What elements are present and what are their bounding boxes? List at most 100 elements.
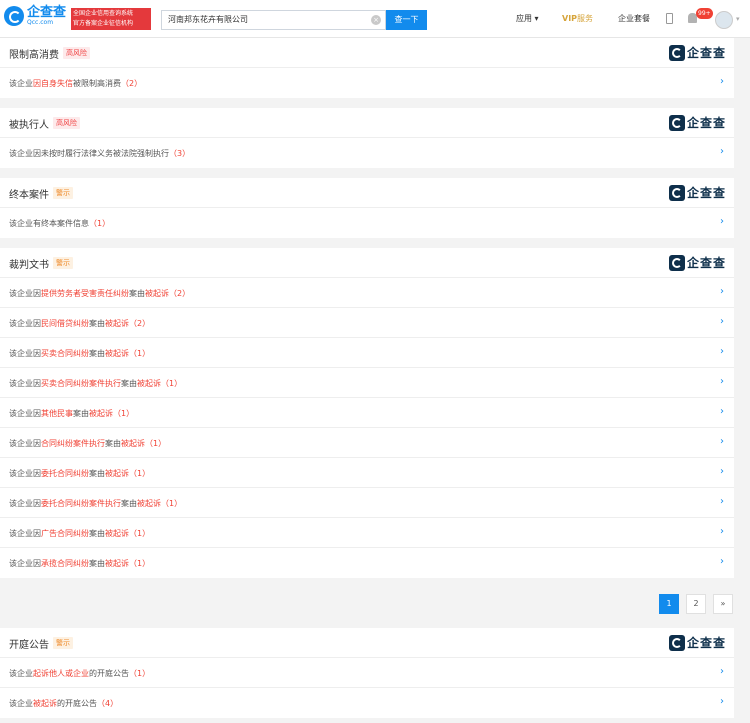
nav-vip[interactable]: VIP服务 [562,13,593,24]
chevron-right-icon[interactable]: › [720,436,724,447]
chevron-right-icon[interactable]: › [720,526,724,537]
row-pre: 该企业因 [9,499,41,508]
row-count: （1） [145,439,167,448]
warning-tag: 警示 [53,637,73,649]
warning-tag: 警示 [53,257,73,269]
row-highlight-2[interactable]: 被起诉 [137,379,161,388]
credit-badge-line2: 官方备案企业征信机构 [73,20,134,27]
row-pre: 该企业因 [9,559,41,568]
search-button[interactable]: 查一下 [386,10,427,30]
chevron-right-icon[interactable]: › [720,466,724,477]
search-input[interactable]: 河南邦东花卉有限公司 [161,10,386,30]
row-count: （2） [169,289,191,298]
row-highlight-2[interactable]: 被起诉 [105,349,129,358]
row-post: 案由 [129,289,145,298]
section-title: 限制高消费 [9,50,59,61]
chevron-right-icon[interactable]: › [720,76,724,87]
qcc-brand-icon [668,254,685,271]
row-highlight[interactable]: 合同纠纷案件执行 [41,439,105,448]
clear-icon[interactable]: × [371,15,381,25]
section-title: 开庭公告 [9,640,49,651]
row-text: 该企业因委托合同纠纷案件执行案由被起诉（1） [9,498,182,509]
row-highlight[interactable]: 其他民事 [41,409,73,418]
chevron-right-icon[interactable]: › [720,696,724,707]
list-item[interactable]: 该企业因委托合同纠纷案由被起诉（1） › [0,458,734,488]
row-highlight-2[interactable]: 被起诉 [137,499,161,508]
row-highlight[interactable]: 民间借贷纠纷 [41,319,89,328]
brand-text: 企查查 [686,256,726,270]
list-item[interactable]: 该企业因提供劳务者受害责任纠纷案由被起诉（2） › [0,278,734,308]
row-highlight-2[interactable]: 被起诉 [105,469,129,478]
row-post: 案由 [89,469,105,478]
row-pre: 该企业 [9,79,33,88]
page-2-button[interactable]: 2 [686,594,706,614]
list-item[interactable]: 该企业因自身失信被限制高消费（2） › [0,68,734,98]
row-highlight[interactable]: 委托合同纠纷 [41,469,89,478]
row-text: 该企业被起诉的开庭公告（4） [9,698,118,709]
list-item[interactable]: 该企业起诉他人或企业的开庭公告（1） › [0,658,734,688]
list-item[interactable]: 该企业因其他民事案由被起诉（1） › [0,398,734,428]
row-highlight-2[interactable]: 被起诉 [105,319,129,328]
row-highlight-2[interactable]: 被起诉 [105,559,129,568]
next-page-button[interactable]: » [713,594,733,614]
chevron-right-icon[interactable]: › [720,666,724,677]
list-item[interactable]: 该企业因委托合同纠纷案件执行案由被起诉（1） › [0,488,734,518]
row-post: 案由 [121,499,137,508]
list-item[interactable]: 该企业因未按时履行法律义务被法院强制执行（3） › [0,138,734,168]
brand-text: 企查查 [686,46,726,60]
qcc-brand-icon [668,44,685,61]
row-highlight[interactable]: 委托合同纠纷案件执行 [41,499,121,508]
chevron-right-icon[interactable]: › [720,146,724,157]
row-highlight[interactable]: 因自身失信 [33,79,73,88]
row-text: 该企业因买卖合同纠纷案由被起诉（1） [9,348,150,359]
row-highlight-2[interactable]: 被起诉 [105,529,129,538]
list-item[interactable]: 该企业因买卖合同纠纷案件执行案由被起诉（1） › [0,368,734,398]
row-text: 该企业因承揽合同纠纷案由被起诉（1） [9,558,150,569]
list-item[interactable]: 该企业被起诉的开庭公告（4） › [0,688,734,718]
row-highlight[interactable]: 起诉他人或企业 [33,669,89,678]
row-pre: 该企业因 [9,469,41,478]
qcc-brand-icon [668,184,685,201]
row-highlight[interactable]: 被起诉 [33,699,57,708]
qcc-brand: 企查查 [668,184,726,201]
row-text: 该企业有终本案件信息（1） [9,218,110,229]
list-item[interactable]: 该企业有终本案件信息（1） › [0,208,734,238]
list-item[interactable]: 该企业因合同纠纷案件执行案由被起诉（1） › [0,428,734,458]
chevron-right-icon[interactable]: › [720,496,724,507]
qcc-brand: 企查查 [668,44,726,61]
row-highlight[interactable]: 买卖合同纠纷案件执行 [41,379,121,388]
chevron-right-icon[interactable]: › [720,346,724,357]
row-highlight[interactable]: 提供劳务者受害责任纠纷 [41,289,129,298]
chevron-right-icon[interactable]: › [720,286,724,297]
chevron-right-icon[interactable]: › [720,376,724,387]
nav-package[interactable]: 企业套餐 [618,13,650,24]
chevron-right-icon[interactable]: › [720,316,724,327]
list-item[interactable]: 该企业因广告合同纠纷案由被起诉（1） › [0,518,734,548]
row-highlight-2[interactable]: 被起诉 [145,289,169,298]
chevron-right-icon[interactable]: › [720,406,724,417]
qcc-logo[interactable]: 企查查 Qcc.com [4,6,66,26]
avatar[interactable] [715,11,733,29]
row-pre: 该企业因 [9,529,41,538]
row-count: （4） [97,699,119,708]
list-item[interactable]: 该企业因承揽合同纠纷案由被起诉（1） › [0,548,734,578]
chevron-right-icon[interactable]: › [720,556,724,567]
row-highlight[interactable]: 买卖合同纠纷 [41,349,89,358]
section-header: 被执行人 高风险 企查查 [0,108,734,138]
row-text: 该企业因提供劳务者受害责任纠纷案由被起诉（2） [9,288,190,299]
row-highlight[interactable]: 广告合同纠纷 [41,529,89,538]
row-highlight[interactable]: 承揽合同纠纷 [41,559,89,568]
avatar-dropdown-icon[interactable]: ▾ [736,15,740,23]
row-text: 该企业因未按时履行法律义务被法院强制执行（3） [9,148,190,159]
row-highlight-2[interactable]: 被起诉 [121,439,145,448]
row-post: 案由 [89,349,105,358]
chevron-right-icon[interactable]: › [720,216,724,227]
row-highlight-2[interactable]: 被起诉 [89,409,113,418]
list-item[interactable]: 该企业因买卖合同纠纷案由被起诉（1） › [0,338,734,368]
nav-apps[interactable]: 应用 ▾ [516,13,539,24]
qcc-brand: 企查查 [668,634,726,651]
phone-icon[interactable] [666,13,673,24]
page-1-button[interactable]: 1 [659,594,679,614]
row-post: 案由 [105,439,121,448]
list-item[interactable]: 该企业因民间借贷纠纷案由被起诉（2） › [0,308,734,338]
